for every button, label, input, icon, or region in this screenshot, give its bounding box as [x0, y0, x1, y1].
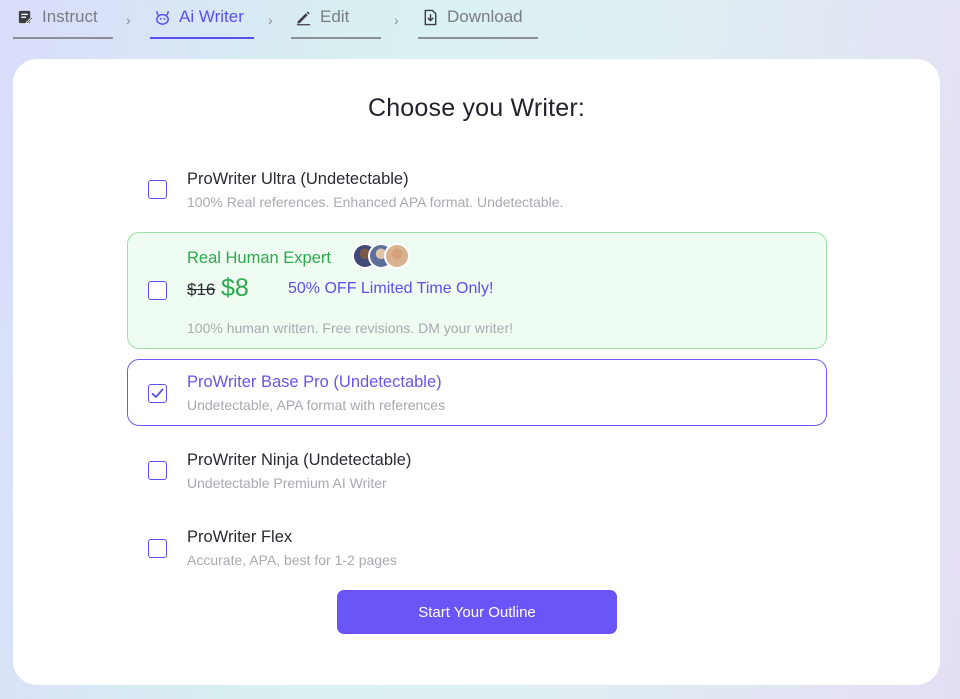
start-outline-button[interactable]: Start Your Outline: [337, 590, 617, 634]
checkbox-checked[interactable]: [148, 384, 167, 403]
option-description: Accurate, APA, best for 1-2 pages: [187, 552, 397, 568]
checkbox[interactable]: [148, 539, 167, 558]
step-ai-writer[interactable]: Ai Writer: [150, 0, 254, 39]
option-description: Undetectable, APA format with references: [187, 397, 446, 413]
step-instruct[interactable]: Instruct: [13, 0, 113, 39]
option-prowriter-flex[interactable]: ProWriter Flex Accurate, APA, best for 1…: [127, 517, 827, 577]
option-title: ProWriter Base Pro (Undetectable): [187, 373, 442, 391]
new-price: $8: [221, 274, 249, 302]
step-label: Edit: [320, 7, 350, 26]
chevron-right-icon: ›: [394, 12, 399, 28]
step-label: Instruct: [42, 7, 98, 26]
avatar: [384, 243, 410, 269]
option-title: ProWriter Ultra (Undetectable): [187, 170, 409, 188]
page-title: Choose you Writer:: [367, 94, 586, 122]
option-title: Real Human Expert: [187, 249, 331, 267]
option-title: ProWriter Ninja (Undetectable): [187, 451, 412, 469]
old-price: $16: [187, 280, 216, 299]
option-prowriter-ultra[interactable]: ProWriter Ultra (Undetectable) 100% Real…: [127, 159, 827, 219]
robot-icon: [154, 9, 171, 26]
option-description: Undetectable Premium AI Writer: [187, 475, 387, 491]
option-description: 100% Real references. Enhanced APA forma…: [187, 194, 564, 210]
expert-avatars: [352, 243, 414, 271]
promo-text: 50% OFF Limited Time Only!: [288, 280, 494, 297]
writer-card: Choose you Writer: ProWriter Ultra (Unde…: [13, 59, 940, 685]
chevron-right-icon: ›: [268, 12, 273, 28]
checkmark-icon: [151, 388, 164, 398]
option-real-human-expert[interactable]: Real Human Expert $16 $8 50% OFF Limited…: [127, 232, 827, 349]
checkbox[interactable]: [148, 281, 167, 300]
stepper: Instruct › Ai Writer › Edit › Download: [13, 0, 573, 40]
pencil-icon: [295, 9, 312, 26]
file-download-icon: [422, 9, 439, 26]
step-download[interactable]: Download: [418, 0, 538, 39]
option-prowriter-base-pro[interactable]: ProWriter Base Pro (Undetectable) Undete…: [127, 359, 827, 426]
option-description: 100% human written. Free revisions. DM y…: [187, 320, 513, 336]
edit-note-icon: [17, 9, 34, 26]
step-label: Download: [447, 7, 523, 26]
chevron-right-icon: ›: [126, 12, 131, 28]
step-edit[interactable]: Edit: [291, 0, 381, 39]
checkbox[interactable]: [148, 180, 167, 199]
step-label: Ai Writer: [179, 7, 244, 26]
checkbox[interactable]: [148, 461, 167, 480]
option-prowriter-ninja[interactable]: ProWriter Ninja (Undetectable) Undetecta…: [127, 439, 827, 499]
option-title: ProWriter Flex: [187, 528, 293, 546]
